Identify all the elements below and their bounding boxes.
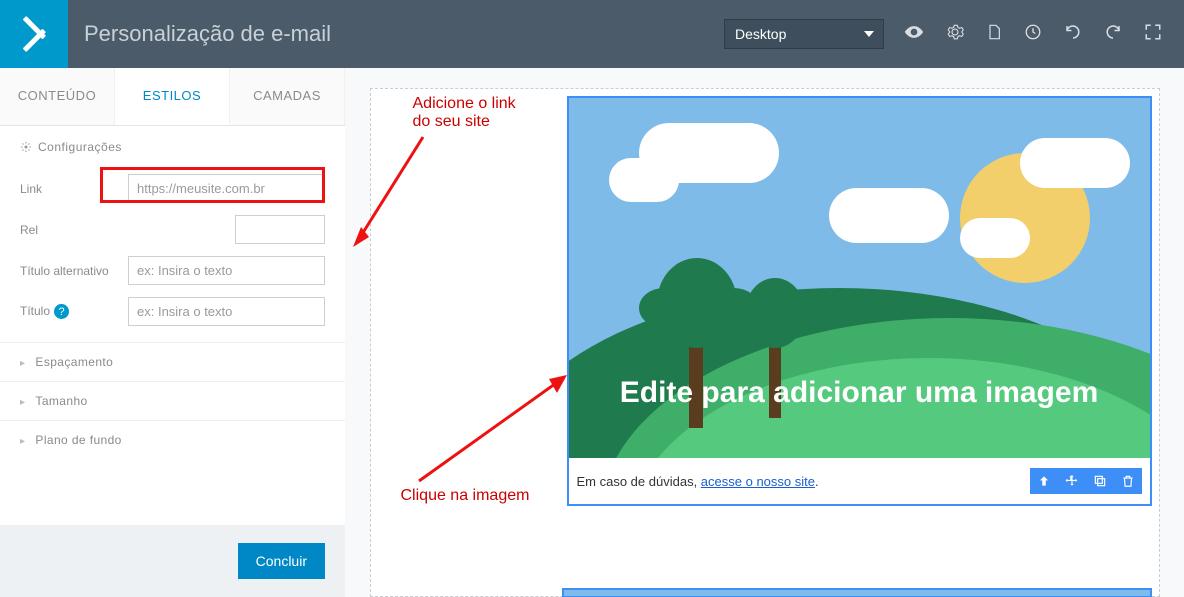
image-block[interactable]: Edite para adicionar uma imagem Em caso …: [567, 96, 1152, 506]
move-icon[interactable]: [1058, 468, 1086, 494]
acc-spacing[interactable]: Espaçamento: [0, 342, 345, 381]
alt-input[interactable]: [128, 256, 325, 285]
page-title: Personalização de e-mail: [84, 21, 331, 47]
link-input[interactable]: [128, 174, 325, 203]
caption-link[interactable]: acesse o nosso site: [701, 474, 815, 489]
gear-small-icon: [20, 141, 32, 153]
rel-input[interactable]: [235, 215, 325, 244]
rel-label: Rel: [20, 223, 120, 237]
image-overlay-text: Edite para adicionar uma imagem: [569, 376, 1150, 410]
accordion: Espaçamento Tamanho Plano de fundo: [0, 342, 345, 459]
canvas: Adicione o link do seu site Clique na im…: [370, 88, 1160, 597]
pencil-ruler-icon: [16, 16, 52, 52]
clock-icon[interactable]: [1024, 23, 1042, 46]
titulo-input[interactable]: [128, 297, 325, 326]
caption-text: Em caso de dúvidas, acesse o nosso site.: [577, 474, 819, 489]
redo-icon[interactable]: [1104, 23, 1122, 46]
canvas-area: Adicione o link do seu site Clique na im…: [345, 68, 1184, 597]
left-panel: CONTEÚDO ESTILOS CAMADAS Configurações L…: [0, 68, 345, 597]
annotation-link: Adicione o link do seu site: [413, 95, 516, 131]
acc-size[interactable]: Tamanho: [0, 381, 345, 420]
titulo-label: Título?: [20, 304, 120, 320]
arrow-to-link-icon: [351, 129, 431, 249]
undo-icon[interactable]: [1064, 23, 1082, 46]
help-icon[interactable]: ?: [54, 304, 69, 319]
device-select-wrap: Desktop: [724, 19, 884, 49]
app-logo: [0, 0, 68, 68]
preview-icon[interactable]: [904, 22, 924, 47]
arrow-to-image-icon: [411, 369, 571, 489]
link-label: Link: [20, 182, 120, 196]
cloud-shape: [1020, 138, 1130, 188]
top-icons: [904, 22, 1184, 47]
cloud-shape: [609, 158, 679, 202]
image-placeholder[interactable]: Edite para adicionar uma imagem: [569, 98, 1150, 458]
row-title: Título?: [0, 291, 345, 332]
copy-icon[interactable]: [1086, 468, 1114, 494]
device-select[interactable]: Desktop: [724, 19, 884, 49]
row-alt: Título alternativo: [0, 250, 345, 291]
acc-bg[interactable]: Plano de fundo: [0, 420, 345, 459]
top-bar: Personalização de e-mail Desktop: [0, 0, 1184, 68]
alt-label: Título alternativo: [20, 264, 120, 278]
panel-footer: Concluir: [0, 525, 345, 597]
tree-crown: [639, 288, 689, 328]
cloud-shape: [829, 188, 949, 243]
tab-content[interactable]: CONTEÚDO: [0, 68, 115, 125]
row-link: Link: [0, 168, 345, 209]
section-config-label: Configurações: [38, 140, 122, 154]
caption-row: Em caso de dúvidas, acesse o nosso site.: [569, 458, 1150, 504]
document-icon[interactable]: [986, 22, 1002, 47]
cloud-shape: [960, 218, 1030, 258]
fullscreen-icon[interactable]: [1144, 23, 1162, 46]
delete-icon[interactable]: [1114, 468, 1142, 494]
annotation-click: Clique na imagem: [401, 487, 530, 505]
finish-button[interactable]: Concluir: [238, 543, 325, 579]
tree-crown: [745, 278, 805, 348]
gear-icon[interactable]: [946, 23, 964, 46]
move-up-icon[interactable]: [1030, 468, 1058, 494]
tabs: CONTEÚDO ESTILOS CAMADAS: [0, 68, 345, 126]
section-config: Configurações: [0, 126, 345, 168]
block-toolbar: [1030, 468, 1142, 494]
tab-styles[interactable]: ESTILOS: [115, 68, 230, 125]
next-block[interactable]: [562, 588, 1152, 597]
tab-layers[interactable]: CAMADAS: [230, 68, 345, 125]
row-rel: Rel: [0, 209, 345, 250]
